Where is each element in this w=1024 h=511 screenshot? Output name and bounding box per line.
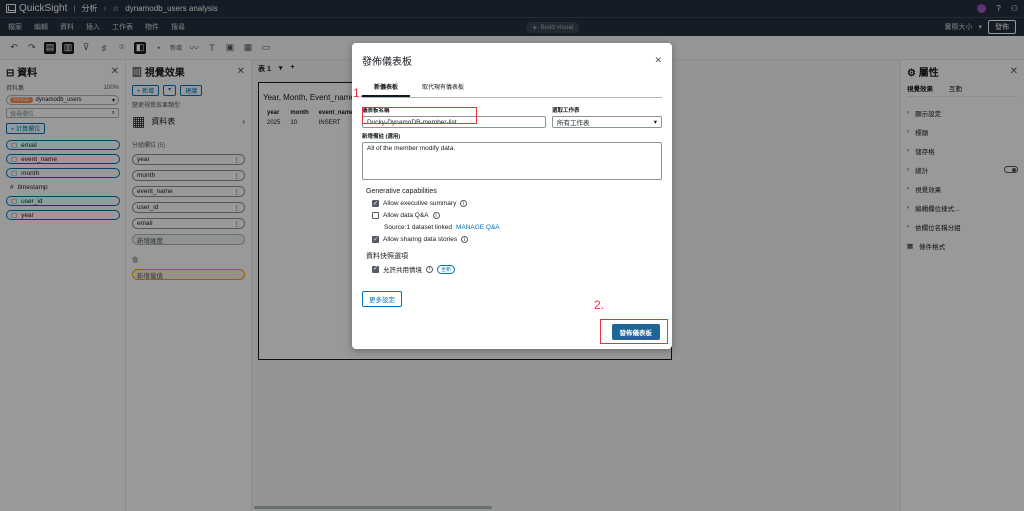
annotation-step-1: 1.	[353, 86, 364, 100]
exec-summary-checkbox[interactable]: ✓	[372, 200, 379, 207]
generative-capabilities-title: Generative capabilities	[366, 188, 437, 195]
new-badge: 全新	[437, 264, 456, 274]
sheet-select-value: 所有工作表	[557, 120, 590, 127]
data-qa-checkbox[interactable]	[372, 212, 379, 219]
notes-textarea[interactable]: All of the member modify data.	[362, 142, 662, 180]
sheet-select-label: 選取工作表	[552, 108, 580, 114]
sharing-option[interactable]: ✓ Allow sharing data stories i	[372, 236, 662, 243]
exec-summary-label: Allow executive summary	[383, 200, 457, 207]
info-icon[interactable]: i	[432, 212, 440, 219]
source-text: Source:1 dataset linked	[384, 224, 452, 231]
sheet-select[interactable]: 所有工作表 ▾	[552, 116, 662, 128]
caret-down-icon: ▾	[653, 119, 657, 126]
shared-context-label: 允許共用情境	[383, 267, 422, 274]
close-icon[interactable]: ✕	[654, 55, 662, 66]
shared-context-checkbox[interactable]: ✓	[372, 265, 379, 273]
info-icon[interactable]: i	[461, 236, 469, 243]
tab-new-dashboard[interactable]: 新儀表板	[362, 78, 411, 97]
more-settings-button[interactable]: 更多設定	[362, 291, 402, 307]
info-icon[interactable]: i	[426, 265, 433, 273]
sharing-checkbox[interactable]: ✓	[372, 236, 379, 243]
snapshot-options-title: 資料快照選項	[366, 253, 408, 260]
data-qa-label: Allow data Q&A	[383, 212, 429, 219]
notes-label: 新增備註 (選用)	[362, 134, 401, 140]
data-qa-option[interactable]: Allow data Q&A i	[372, 212, 662, 219]
dialog-title: 發佈儀表板	[362, 57, 412, 68]
notes-value: All of the member modify data.	[367, 145, 456, 152]
publish-dashboard-dialog: 發佈儀表板 ✕ 新儀表板 取代現有儀表板 儀表板名稱 Ducky-DynamoDB…	[352, 43, 672, 349]
exec-summary-option[interactable]: ✓ Allow executive summary i	[372, 200, 662, 207]
annotation-box-publish	[600, 319, 668, 344]
annotation-box-name	[362, 107, 477, 124]
info-icon[interactable]: i	[460, 200, 468, 207]
annotation-step-2: 2.	[594, 298, 605, 312]
sharing-label: Allow sharing data stories	[383, 236, 458, 243]
manage-qa-link[interactable]: MANAGE Q&A	[456, 224, 500, 231]
tab-replace-dashboard[interactable]: 取代現有儀表板	[410, 78, 476, 97]
shared-context-option[interactable]: ✓ 允許共用情境 i 全新	[372, 264, 662, 274]
